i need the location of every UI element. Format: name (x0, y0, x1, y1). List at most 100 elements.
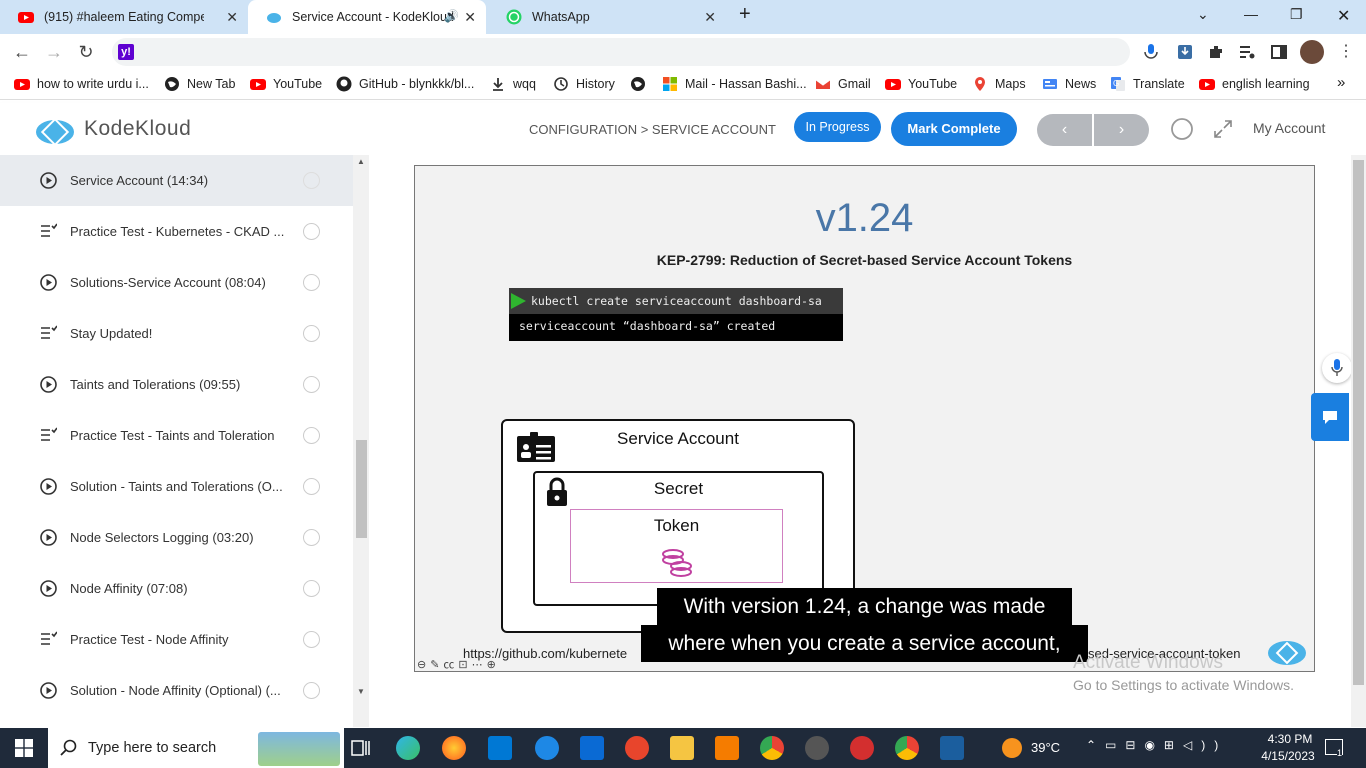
chrome-profile-icon[interactable] (895, 736, 919, 760)
completion-circle[interactable] (303, 427, 320, 444)
bookmark-item[interactable]: News (1042, 76, 1096, 92)
side-panel-icon[interactable] (1270, 43, 1288, 61)
chrome-icon[interactable] (760, 736, 784, 760)
settings-app-icon[interactable] (715, 736, 739, 760)
tab-kodekloud[interactable]: Service Account - KodeKloud 🔊 ✕ (248, 0, 486, 34)
close-tab-icon[interactable]: ✕ (704, 9, 716, 26)
app-icon[interactable] (805, 736, 829, 760)
tab-whatsapp[interactable]: WhatsApp ✕ (488, 0, 726, 34)
play-circle-icon (40, 172, 57, 189)
next-lesson-button[interactable]: › (1094, 114, 1149, 146)
extensions-icon[interactable] (1207, 43, 1225, 61)
restore-icon[interactable]: ❐ (1290, 6, 1303, 23)
bookmark-item[interactable]: YouTube (250, 76, 322, 92)
bookmark-item[interactable]: english learning (1199, 76, 1310, 92)
opera-icon[interactable] (850, 736, 874, 760)
sidebar-item-solutions-service-account[interactable]: Solutions-Service Account (08:04) (0, 257, 353, 308)
completion-circle[interactable] (303, 172, 320, 189)
sidebar-item-stay-updated[interactable]: Stay Updated! (0, 308, 353, 359)
completion-circle[interactable] (303, 478, 320, 495)
weather-icon[interactable] (1002, 738, 1022, 758)
bookmark-item[interactable]: G Translate (1110, 76, 1185, 92)
reload-icon[interactable]: ↻ (74, 40, 98, 64)
address-bar[interactable]: y! (112, 38, 1130, 66)
completion-circle[interactable] (303, 325, 320, 342)
temperature[interactable]: 39°C (1031, 740, 1060, 755)
photos-icon[interactable] (940, 736, 964, 760)
completion-circle[interactable] (303, 631, 320, 648)
speaker-icon[interactable]: 🔊 (444, 9, 459, 23)
sidebar-item-service-account[interactable]: Service Account (14:34) (0, 155, 353, 206)
windows-start-icon[interactable] (15, 739, 33, 757)
app-icon[interactable] (625, 736, 649, 760)
sidebar-item-taints-tolerations[interactable]: Taints and Tolerations (09:55) (0, 359, 353, 410)
bookmark-item[interactable]: History (553, 76, 615, 92)
sidebar-item-practice-test-taints[interactable]: Practice Test - Taints and Toleration (0, 410, 353, 461)
firefox-icon[interactable] (442, 736, 466, 760)
back-icon[interactable]: ← (10, 40, 34, 64)
chat-button[interactable] (1311, 393, 1349, 441)
mark-complete-button[interactable]: Mark Complete (891, 112, 1017, 146)
forward-icon[interactable]: → (42, 40, 66, 64)
bookmark-item[interactable]: Maps (972, 76, 1026, 92)
sidebar-item-solution-taints[interactable]: Solution - Taints and Tolerations (O... (0, 461, 353, 512)
bookmark-item[interactable]: New Tab (164, 76, 235, 92)
menu-icon[interactable]: ⋮ (1334, 40, 1358, 64)
bookmark-item[interactable]: GitHub - blynkkk/bl... (336, 76, 474, 92)
bookmark-item[interactable]: YouTube (885, 76, 957, 92)
store-icon[interactable] (488, 736, 512, 760)
fullscreen-icon[interactable] (1213, 119, 1233, 139)
system-tray-icons[interactable]: ⌃▭⊟◉⊞◁)) (1086, 738, 1227, 752)
completion-circle[interactable] (303, 223, 320, 240)
profile-avatar[interactable] (1300, 40, 1324, 64)
task-view-icon[interactable] (349, 736, 373, 760)
skype-icon[interactable] (535, 736, 559, 760)
bookmark-item[interactable] (630, 76, 653, 92)
scroll-up-icon[interactable]: ▲ (357, 157, 365, 166)
completion-circle[interactable] (303, 529, 320, 546)
logo-text[interactable]: KodeKloud (84, 117, 191, 141)
completion-circle[interactable] (303, 682, 320, 699)
clock-time[interactable]: 4:30 PM (1260, 732, 1320, 746)
completion-circle[interactable] (303, 580, 320, 597)
more-bookmarks-button[interactable]: » (1337, 74, 1345, 91)
playlist-icon[interactable] (1238, 43, 1256, 61)
sidebar-item-node-selectors[interactable]: Node Selectors Logging (03:20) (0, 512, 353, 563)
sidebar-item-practice-test-ckad[interactable]: Practice Test - Kubernetes - CKAD ... (0, 206, 353, 257)
dark-mode-icon[interactable] (1170, 117, 1194, 141)
completion-circle[interactable] (303, 376, 320, 393)
bookmark-item[interactable]: wqq (490, 76, 536, 92)
sidebar-scrollbar-thumb[interactable] (356, 440, 367, 538)
microphone-icon[interactable] (1142, 43, 1160, 61)
sidebar-item-solution-node-affinity[interactable]: Solution - Node Affinity (Optional) (... (0, 665, 353, 716)
play-arrow-icon (511, 293, 526, 309)
clock-date[interactable]: 4/15/2023 (1256, 749, 1320, 763)
taskbar-search-box[interactable]: Type here to search (48, 728, 344, 768)
save-icon[interactable] (1176, 43, 1194, 61)
page-scrollbar-thumb[interactable] (1353, 160, 1364, 685)
bookmark-item[interactable]: Gmail (815, 76, 871, 92)
my-account-link[interactable]: My Account (1253, 120, 1325, 136)
edge-icon[interactable] (396, 736, 420, 760)
minimize-icon[interactable]: — (1244, 6, 1258, 22)
completion-circle[interactable] (303, 274, 320, 291)
tab-search-icon[interactable]: ⌄ (1197, 6, 1209, 23)
new-tab-button[interactable]: + (739, 3, 751, 26)
voice-input-button[interactable] (1322, 353, 1352, 383)
tab-youtube[interactable]: (915) #haleem Eating Competitio ✕ (0, 0, 246, 34)
sidebar-item-node-affinity[interactable]: Node Affinity (07:08) (0, 563, 353, 614)
sidebar-item-practice-test-node-affinity[interactable]: Practice Test - Node Affinity (0, 614, 353, 665)
mail-icon[interactable] (580, 736, 604, 760)
player-controls[interactable]: ⊖✎㏄⊡⋯⊕ (417, 656, 500, 671)
kodekloud-logo-icon[interactable] (34, 115, 76, 145)
file-explorer-icon[interactable] (670, 736, 694, 760)
in-progress-button[interactable]: In Progress (794, 112, 881, 142)
close-tab-icon[interactable]: ✕ (464, 9, 476, 26)
close-window-icon[interactable]: ✕ (1337, 6, 1350, 26)
token-label: Token (653, 516, 700, 535)
scroll-down-icon[interactable]: ▼ (357, 687, 365, 696)
close-tab-icon[interactable]: ✕ (226, 9, 238, 26)
bookmark-item[interactable]: how to write urdu i... (14, 76, 149, 92)
previous-lesson-button[interactable]: ‹ (1037, 114, 1092, 146)
bookmark-item[interactable]: Mail - Hassan Bashi... (662, 76, 807, 92)
